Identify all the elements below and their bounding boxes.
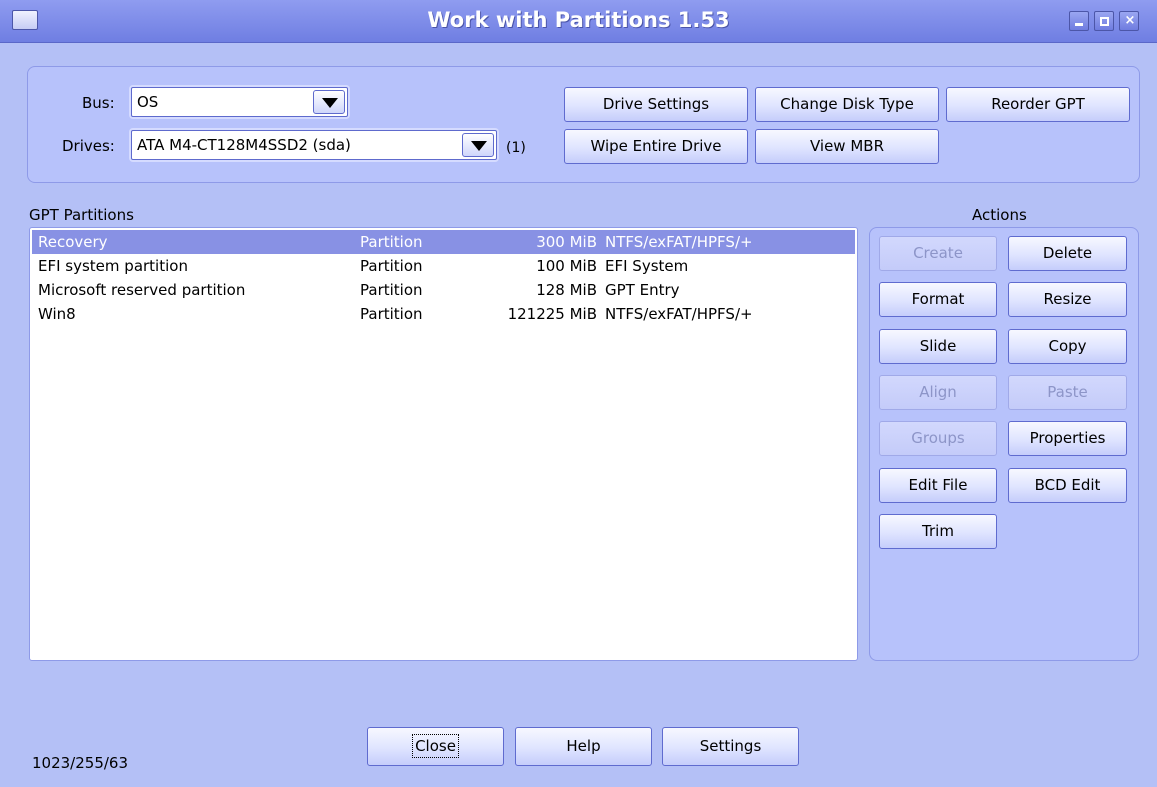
drive-panel xyxy=(27,66,1140,183)
title-bar: Work with Partitions 1.53 × xyxy=(0,0,1157,43)
table-row[interactable]: Microsoft reserved partition Partition 1… xyxy=(32,278,855,302)
table-row[interactable]: Win8 Partition 121225 MiB NTFS/exFAT/HPF… xyxy=(32,302,855,326)
table-row[interactable]: Recovery Partition 300 MiB NTFS/exFAT/HP… xyxy=(32,230,855,254)
change-disk-type-button[interactable]: Change Disk Type xyxy=(755,87,939,122)
close-window-icon[interactable]: × xyxy=(1119,11,1139,31)
partition-filesystem: NTFS/exFAT/HPFS/+ xyxy=(605,305,753,323)
reorder-gpt-button[interactable]: Reorder GPT xyxy=(946,87,1130,122)
minimize-icon[interactable] xyxy=(1069,11,1089,31)
partition-size: 121225 MiB xyxy=(507,305,597,323)
partition-name: Recovery xyxy=(38,233,108,251)
partition-size: 100 MiB xyxy=(536,257,597,275)
trim-button[interactable]: Trim xyxy=(879,514,997,549)
create-button[interactable]: Create xyxy=(879,236,997,271)
partition-size: 128 MiB xyxy=(536,281,597,299)
chevron-down-icon[interactable] xyxy=(313,90,345,114)
partitions-header: GPT Partitions xyxy=(29,206,134,224)
edit-file-button[interactable]: Edit File xyxy=(879,468,997,503)
partition-name: EFI system partition xyxy=(38,257,188,275)
slide-button[interactable]: Slide xyxy=(879,329,997,364)
partition-list[interactable]: Recovery Partition 300 MiB NTFS/exFAT/HP… xyxy=(29,227,858,661)
window-title: Work with Partitions 1.53 xyxy=(427,8,730,32)
settings-button[interactable]: Settings xyxy=(662,727,799,766)
delete-button[interactable]: Delete xyxy=(1008,236,1127,271)
partition-type: Partition xyxy=(360,281,423,299)
copy-button[interactable]: Copy xyxy=(1008,329,1127,364)
partition-size: 300 MiB xyxy=(536,233,597,251)
paste-button[interactable]: Paste xyxy=(1008,375,1127,410)
properties-button[interactable]: Properties xyxy=(1008,421,1127,456)
drives-label: Drives: xyxy=(62,137,115,155)
bcd-edit-button[interactable]: BCD Edit xyxy=(1008,468,1127,503)
wipe-entire-drive-button[interactable]: Wipe Entire Drive xyxy=(564,129,748,164)
format-button[interactable]: Format xyxy=(879,282,997,317)
partition-filesystem: GPT Entry xyxy=(605,281,680,299)
bus-label: Bus: xyxy=(82,94,115,112)
partition-type: Partition xyxy=(360,257,423,275)
align-button[interactable]: Align xyxy=(879,375,997,410)
partition-name: Microsoft reserved partition xyxy=(38,281,246,299)
partition-type: Partition xyxy=(360,305,423,323)
partition-type: Partition xyxy=(360,233,423,251)
groups-button[interactable]: Groups xyxy=(879,421,997,456)
view-mbr-button[interactable]: View MBR xyxy=(755,129,939,164)
partition-filesystem: NTFS/exFAT/HPFS/+ xyxy=(605,233,753,251)
drive-count: (1) xyxy=(506,140,526,156)
partition-filesystem: EFI System xyxy=(605,257,689,275)
chevron-down-icon[interactable] xyxy=(462,133,494,157)
bus-select[interactable]: OS xyxy=(131,87,348,117)
bus-value: OS xyxy=(137,93,159,111)
partition-name: Win8 xyxy=(38,305,76,323)
actions-header: Actions xyxy=(972,206,1027,224)
drives-select[interactable]: ATA M4-CT128M4SSD2 (sda) xyxy=(131,130,497,160)
table-row[interactable]: EFI system partition Partition 100 MiB E… xyxy=(32,254,855,278)
help-button[interactable]: Help xyxy=(515,727,652,766)
disk-geometry: 1023/255/63 xyxy=(32,754,128,772)
maximize-icon[interactable] xyxy=(1094,11,1114,31)
drives-value: ATA M4-CT128M4SSD2 (sda) xyxy=(137,136,351,154)
close-button[interactable]: Close xyxy=(367,727,504,766)
drive-settings-button[interactable]: Drive Settings xyxy=(564,87,748,122)
resize-button[interactable]: Resize xyxy=(1008,282,1127,317)
